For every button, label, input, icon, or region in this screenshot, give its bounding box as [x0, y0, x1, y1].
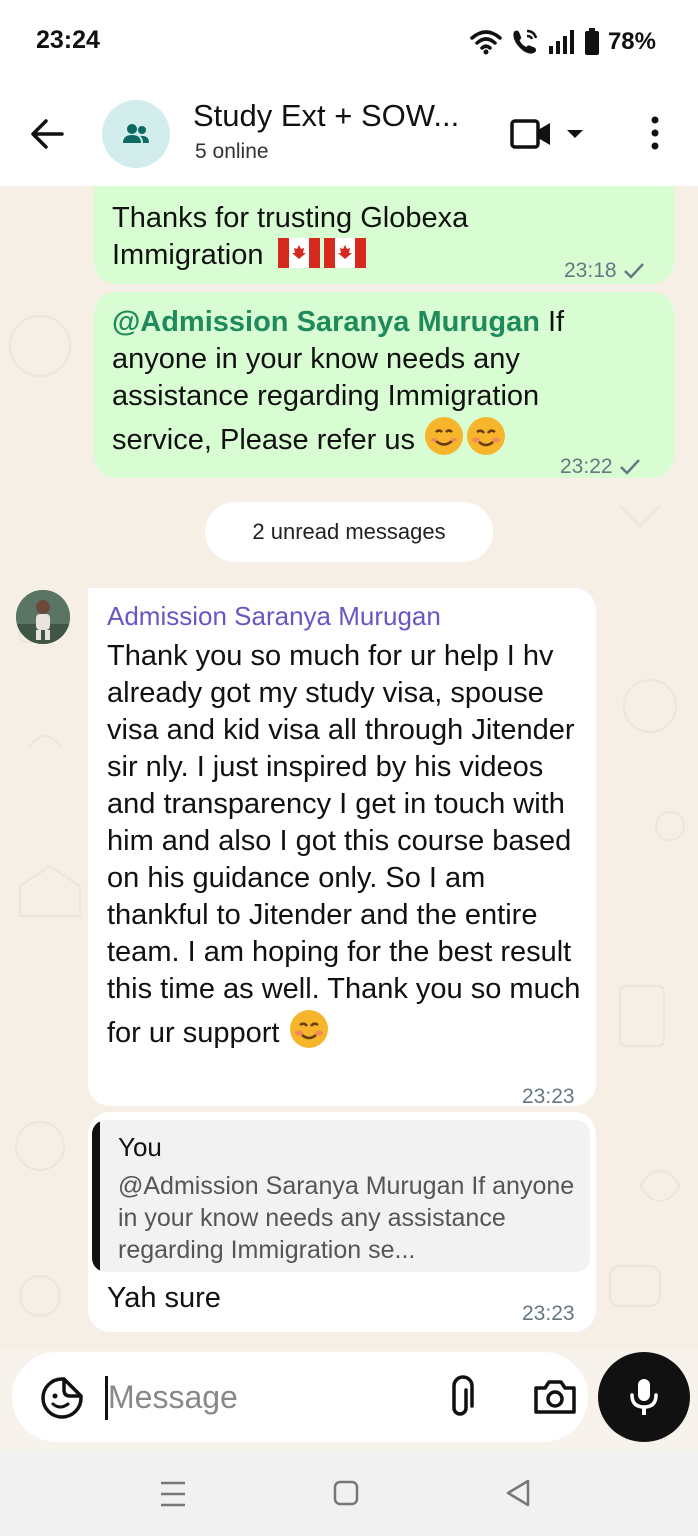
video-call-icon [510, 119, 550, 149]
canada-flag-icon [277, 238, 320, 268]
message-time: 23:23 [522, 1302, 575, 1325]
group-avatar[interactable] [102, 100, 170, 168]
signal-icon [548, 30, 574, 54]
unread-messages-indicator: 2 unread messages [205, 502, 493, 562]
chat-area[interactable]: Thanks for trusting Globexa Immigration … [0, 186, 698, 1350]
voice-message-button[interactable] [598, 1352, 690, 1442]
canada-flag-icon [323, 238, 366, 268]
chevron-down-icon [567, 130, 583, 138]
system-back-button[interactable] [504, 1478, 532, 1513]
attach-button[interactable] [444, 1374, 484, 1420]
status-icons: 78% [470, 26, 656, 58]
group-icon [123, 124, 149, 143]
video-call-button[interactable] [510, 112, 594, 156]
recents-button[interactable] [158, 1480, 188, 1513]
system-nav-bar [0, 1450, 698, 1536]
sent-check-icon [619, 458, 640, 475]
smiling-face-blush-icon [288, 1008, 330, 1050]
chat-subtitle[interactable]: 5 online [195, 140, 269, 164]
more-options-button[interactable] [640, 112, 670, 156]
quote-text: @Admission Saranya Murugan If anyone in … [118, 1172, 575, 1264]
outgoing-message[interactable]: @Admission Saranya Murugan If anyone in … [94, 292, 674, 478]
status-bar: 23:24 78% [0, 0, 698, 82]
microphone-icon [630, 1379, 658, 1415]
message-time: 23:22 [560, 448, 641, 485]
home-button[interactable] [333, 1480, 359, 1511]
battery-percentage: 78% [607, 28, 656, 55]
sticker-icon [41, 1377, 83, 1419]
chat-title[interactable]: Study Ext + SOW... [193, 98, 459, 134]
back-arrow-icon [31, 119, 64, 149]
sent-check-icon [623, 262, 644, 279]
message-time: 23:18 [564, 252, 645, 289]
sender-name[interactable]: Admission Saranya Murugan [107, 598, 441, 635]
home-icon [333, 1480, 359, 1506]
quoted-message[interactable]: You @Admission Saranya Murugan If anyone… [92, 1120, 590, 1272]
outgoing-message[interactable]: Thanks for trusting Globexa Immigration … [94, 186, 674, 284]
back-triangle-icon [506, 1479, 530, 1507]
message-time: 23:23 [522, 1085, 575, 1108]
message-field[interactable] [12, 1352, 588, 1442]
back-button[interactable] [26, 112, 70, 156]
chat-header: Study Ext + SOW... 5 online [0, 82, 698, 186]
smiling-face-icon [423, 415, 465, 457]
battery-icon [584, 28, 599, 55]
mention-link[interactable]: @Admission Saranya Murugan [112, 306, 540, 338]
quote-author: You [118, 1132, 162, 1162]
attachment-icon [452, 1375, 474, 1416]
wifi-icon [470, 30, 502, 55]
camera-button[interactable] [532, 1374, 578, 1420]
wifi-call-icon [513, 29, 538, 54]
avatar[interactable] [16, 590, 70, 644]
sticker-button[interactable] [40, 1376, 84, 1420]
smiling-face-blush-icon [465, 415, 507, 457]
compose-bar [0, 1350, 698, 1450]
message-text: Thank you so much for ur help I hv alrea… [107, 640, 581, 1049]
status-time: 23:24 [36, 26, 100, 54]
quote-bar [92, 1120, 100, 1272]
more-vert-icon [651, 116, 659, 150]
recents-icon [161, 1481, 185, 1507]
message-input[interactable] [108, 1374, 408, 1420]
incoming-message[interactable]: Admission Saranya Murugan Thank you so m… [88, 588, 596, 1108]
camera-icon [534, 1380, 576, 1414]
message-text: Yah sure [107, 1282, 221, 1314]
